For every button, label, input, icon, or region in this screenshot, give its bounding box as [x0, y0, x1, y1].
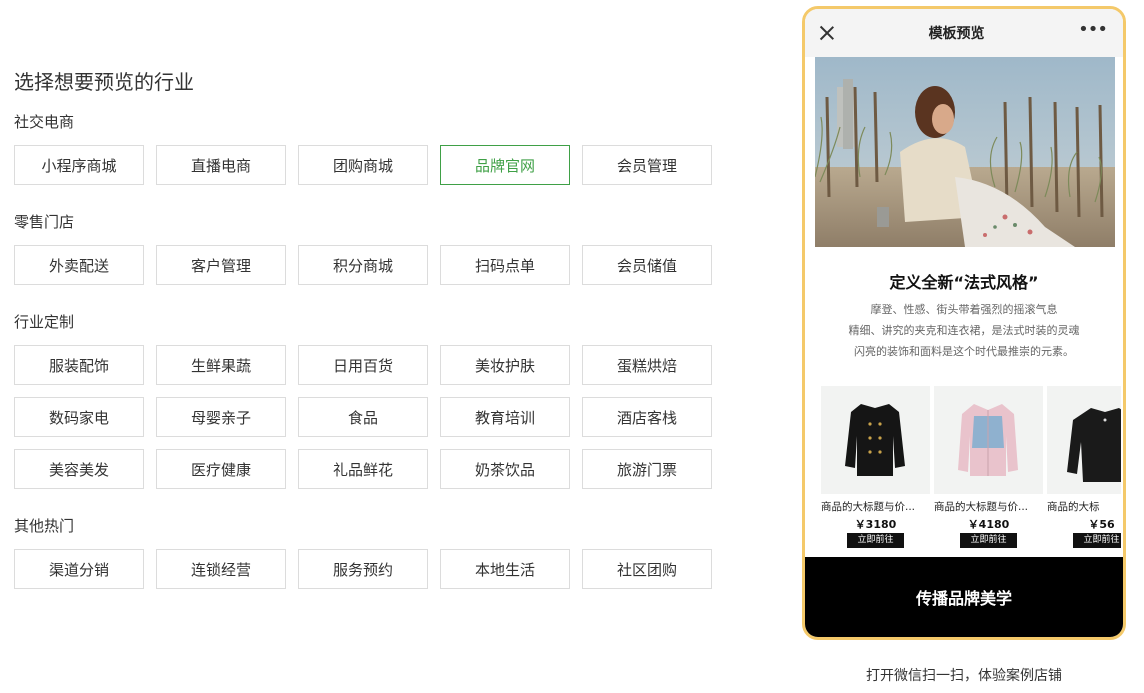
footer-banner: 传播品牌美学: [805, 557, 1123, 637]
option-row-industry-custom-2: 数码家电 母婴亲子 食品 教育培训 酒店客栈: [14, 397, 712, 437]
brand-desc-line: 摩登、性感、街头带着强烈的摇滚气息: [870, 303, 1058, 316]
option-takeout-delivery[interactable]: 外卖配送: [14, 245, 144, 285]
option-digital-appliances[interactable]: 数码家电: [14, 397, 144, 437]
option-medical-health[interactable]: 医疗健康: [156, 449, 286, 489]
option-hotel-inn[interactable]: 酒店客栈: [582, 397, 712, 437]
brand-description: 摩登、性感、街头带着强烈的摇滚气息 精细、讲究的夹克和连衣裙，是法式时装的灵魂 …: [805, 299, 1123, 362]
option-row-social-ecommerce: 小程序商城 直播电商 团购商城 品牌官网 会员管理: [14, 145, 712, 185]
option-chain-operation[interactable]: 连锁经营: [156, 549, 286, 589]
option-milk-tea[interactable]: 奶茶饮品: [440, 449, 570, 489]
option-scan-order[interactable]: 扫码点单: [440, 245, 570, 285]
page-title: 选择想要预览的行业: [14, 70, 194, 94]
product-name: 商品的大标: [1047, 501, 1100, 513]
option-fresh-produce[interactable]: 生鲜果蔬: [156, 345, 286, 385]
option-member-management[interactable]: 会员管理: [582, 145, 712, 185]
option-cake-bakery[interactable]: 蛋糕烘焙: [582, 345, 712, 385]
option-live-ecommerce[interactable]: 直播电商: [156, 145, 286, 185]
product-name: 商品的大标题与价...: [934, 501, 1029, 513]
product-price: ￥4180: [967, 518, 1010, 531]
section-title-industry-custom: 行业定制: [14, 313, 75, 331]
brand-desc-line: 精细、讲究的夹克和连衣裙，是法式时装的灵魂: [848, 324, 1080, 337]
phone-header: 模板预览 •••: [805, 9, 1123, 57]
section-title-other-popular: 其他热门: [14, 517, 75, 535]
option-travel-tickets[interactable]: 旅游门票: [582, 449, 712, 489]
option-food[interactable]: 食品: [298, 397, 428, 437]
brand-desc-line: 闪亮的装饰和面料是这个时代最推崇的元素。: [854, 345, 1074, 358]
option-community-group-buy[interactable]: 社区团购: [582, 549, 712, 589]
option-member-recharge[interactable]: 会员储值: [582, 245, 712, 285]
product-image-denim-jacket: [934, 386, 1043, 494]
close-icon[interactable]: [819, 25, 835, 41]
option-mother-baby[interactable]: 母婴亲子: [156, 397, 286, 437]
phone-preview[interactable]: 模板预览 ••• 定义全新“法式风格” 摩登、性感、街头带着强烈的摇滚气息 精细…: [802, 6, 1126, 640]
option-apparel[interactable]: 服装配饰: [14, 345, 144, 385]
option-points-mall[interactable]: 积分商城: [298, 245, 428, 285]
section-title-retail-store: 零售门店: [14, 213, 75, 231]
hero-fashion-image: [815, 57, 1115, 247]
product-name: 商品的大标题与价...: [821, 501, 916, 513]
option-education-training[interactable]: 教育培训: [440, 397, 570, 437]
option-gifts-flowers[interactable]: 礼品鲜花: [298, 449, 428, 489]
brand-title: 定义全新“法式风格”: [889, 273, 1039, 292]
option-row-retail-store: 外卖配送 客户管理 积分商城 扫码点单 会员储值: [14, 245, 712, 285]
option-mini-program-mall[interactable]: 小程序商城: [14, 145, 144, 185]
option-group-buy-mall[interactable]: 团购商城: [298, 145, 428, 185]
phone-title: 模板预览: [928, 26, 985, 42]
product-card[interactable]: 商品的大标题与价... ￥3180 立即前往: [821, 386, 930, 548]
option-customer-management[interactable]: 客户管理: [156, 245, 286, 285]
go-now-button[interactable]: 立即前往: [960, 533, 1017, 548]
more-icon[interactable]: •••: [1078, 21, 1108, 39]
go-now-button[interactable]: 立即前往: [847, 533, 904, 548]
product-carousel[interactable]: 商品的大标题与价... ￥3180 立即前往 商品的大标题与价... ￥4180…: [821, 386, 1121, 548]
option-brand-website[interactable]: 品牌官网: [440, 145, 570, 185]
product-card[interactable]: 商品的大标题与价... ￥4180 立即前往: [934, 386, 1043, 548]
option-row-other-popular: 渠道分销 连锁经营 服务预约 本地生活 社区团购: [14, 549, 712, 589]
product-image-black-jacket: [821, 386, 930, 494]
section-title-social-ecommerce: 社交电商: [14, 113, 75, 131]
scan-caption: 打开微信扫一扫，体验案例店铺: [866, 668, 1062, 684]
product-card[interactable]: 商品的大标 ￥56 立即前往: [1047, 386, 1121, 548]
option-row-industry-custom-3: 美容美发 医疗健康 礼品鲜花 奶茶饮品 旅游门票: [14, 449, 712, 489]
go-now-button[interactable]: 立即前往: [1073, 533, 1121, 548]
product-price: ￥3180: [854, 518, 897, 531]
option-beauty-skincare[interactable]: 美妆护肤: [440, 345, 570, 385]
option-service-booking[interactable]: 服务预约: [298, 549, 428, 589]
product-price: ￥56: [1088, 518, 1115, 531]
option-local-life[interactable]: 本地生活: [440, 549, 570, 589]
option-channel-distribution[interactable]: 渠道分销: [14, 549, 144, 589]
option-beauty-salon[interactable]: 美容美发: [14, 449, 144, 489]
option-daily-goods[interactable]: 日用百货: [298, 345, 428, 385]
product-image-black-sweater: [1047, 386, 1121, 494]
option-row-industry-custom-1: 服装配饰 生鲜果蔬 日用百货 美妆护肤 蛋糕烘焙: [14, 345, 712, 385]
